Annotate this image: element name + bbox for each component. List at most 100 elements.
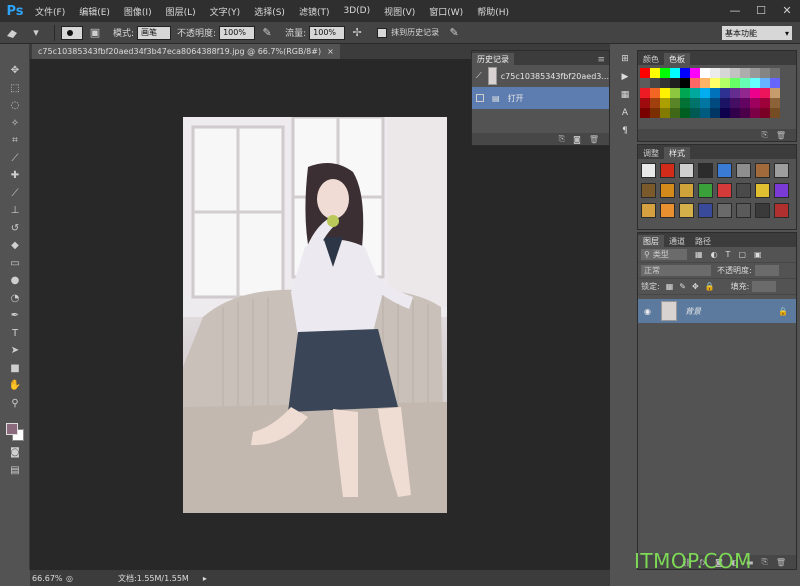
color-swatch[interactable]	[650, 98, 660, 108]
menu-help[interactable]: 帮助(H)	[470, 5, 516, 18]
color-swatch[interactable]	[690, 68, 700, 78]
color-swatch[interactable]	[760, 88, 770, 98]
info-icon[interactable]: ◎	[66, 574, 76, 583]
color-swatch[interactable]	[770, 98, 780, 108]
color-swatch[interactable]	[740, 88, 750, 98]
color-swatch[interactable]	[660, 108, 670, 118]
color-swatch[interactable]	[760, 68, 770, 78]
color-swatch[interactable]	[720, 98, 730, 108]
menu-view[interactable]: 视图(V)	[377, 5, 422, 18]
tab-history[interactable]: 历史记录	[472, 53, 514, 65]
marquee-tool-icon[interactable]: ⬚	[0, 80, 30, 98]
style-preset[interactable]	[774, 203, 789, 218]
trash-icon[interactable]: 🗑	[776, 131, 786, 140]
layer-row-background[interactable]: ◉ 背景 🔒	[638, 299, 796, 323]
healing-brush-tool-icon[interactable]: ✚	[0, 167, 30, 185]
pen-tool-icon[interactable]: ✒	[0, 307, 30, 325]
color-swatch[interactable]	[690, 98, 700, 108]
color-swatch[interactable]	[690, 88, 700, 98]
new-document-icon[interactable]: ⎘	[559, 134, 565, 144]
style-preset[interactable]	[679, 183, 694, 198]
color-swatch[interactable]	[750, 98, 760, 108]
style-preset[interactable]	[717, 203, 732, 218]
lasso-tool-icon[interactable]: ◌	[0, 97, 30, 115]
hand-tool-icon[interactable]: ✋	[0, 377, 30, 395]
document-tab[interactable]: c75c10385343fbf20aed34f3b47eca8064388f19…	[32, 44, 340, 59]
color-swatch[interactable]	[760, 98, 770, 108]
color-swatch[interactable]	[640, 108, 650, 118]
layer-name[interactable]: 背景	[685, 306, 701, 317]
filter-pixel-icon[interactable]: ▦	[695, 250, 703, 259]
style-preset[interactable]	[736, 163, 751, 178]
color-swatch[interactable]	[730, 98, 740, 108]
style-preset[interactable]	[736, 203, 751, 218]
dodge-tool-icon[interactable]: ◔	[0, 290, 30, 308]
lock-icon[interactable]: 🔒	[778, 307, 788, 316]
color-swatch[interactable]	[690, 108, 700, 118]
color-swatch[interactable]	[740, 68, 750, 78]
trash-icon[interactable]: 🗑	[589, 135, 599, 144]
color-swatch[interactable]	[700, 68, 710, 78]
style-preset[interactable]	[774, 163, 789, 178]
paragraph-panel-icon[interactable]: ¶	[617, 122, 633, 140]
pressure-opacity-icon[interactable]: ✎	[258, 25, 276, 41]
airbrush-icon[interactable]: ✢	[348, 25, 366, 41]
color-swatch[interactable]	[640, 78, 650, 88]
color-swatch[interactable]	[710, 98, 720, 108]
style-preset[interactable]	[755, 163, 770, 178]
filter-type-icon[interactable]: T	[726, 250, 731, 259]
menu-filter[interactable]: 滤镜(T)	[292, 5, 337, 18]
color-swatch[interactable]	[730, 108, 740, 118]
crop-tool-icon[interactable]: ⌗	[0, 132, 30, 150]
color-swatch[interactable]	[770, 78, 780, 88]
maximize-icon[interactable]: ☐	[748, 0, 774, 20]
color-swatch[interactable]	[750, 108, 760, 118]
color-swatch[interactable]	[640, 88, 650, 98]
eyedropper-tool-icon[interactable]: ⟋	[0, 150, 30, 168]
mode-select[interactable]: 画笔	[137, 25, 172, 40]
color-swatch[interactable]	[690, 78, 700, 88]
type-tool-icon[interactable]: T	[0, 325, 30, 343]
minimize-icon[interactable]: —	[722, 0, 748, 20]
color-swatch[interactable]	[660, 98, 670, 108]
gradient-tool-icon[interactable]: ▭	[0, 255, 30, 273]
color-swatch[interactable]	[700, 88, 710, 98]
new-swatch-icon[interactable]: ⎘	[761, 130, 767, 140]
style-preset[interactable]	[736, 183, 751, 198]
color-swatch[interactable]	[680, 68, 690, 78]
zoom-tool-icon[interactable]: ⚲	[0, 395, 30, 413]
color-swatch[interactable]	[640, 98, 650, 108]
eraser-tool-icon[interactable]	[3, 25, 21, 41]
document-image[interactable]	[183, 117, 447, 513]
brush-tool-icon[interactable]: ⟋	[0, 185, 30, 203]
style-preset[interactable]	[641, 183, 656, 198]
tab-layers[interactable]: 图层	[638, 235, 664, 247]
stamp-tool-icon[interactable]: ⊥	[0, 202, 30, 220]
blend-mode-select[interactable]: 正常	[641, 265, 711, 276]
lock-position-icon[interactable]: ✥	[692, 282, 699, 291]
history-brush-tool-icon[interactable]: ↺	[0, 220, 30, 238]
tab-swatches[interactable]: 色板	[664, 53, 690, 65]
color-swatch[interactable]	[670, 108, 680, 118]
color-swatch[interactable]	[680, 88, 690, 98]
fill-field[interactable]	[752, 281, 777, 292]
workspace-select[interactable]: 基本功能 ▾	[722, 26, 792, 40]
menu-image[interactable]: 图像(I)	[117, 5, 159, 18]
color-swatch[interactable]	[700, 78, 710, 88]
color-swatch[interactable]	[720, 68, 730, 78]
style-preset[interactable]	[679, 163, 694, 178]
style-preset[interactable]	[755, 183, 770, 198]
style-preset[interactable]	[774, 183, 789, 198]
color-swatch[interactable]	[770, 68, 780, 78]
history-step[interactable]: ▤ 打开	[472, 87, 609, 109]
menu-3d[interactable]: 3D(D)	[336, 6, 377, 16]
color-swatch[interactable]	[660, 88, 670, 98]
color-swatch[interactable]	[730, 88, 740, 98]
menu-file[interactable]: 文件(F)	[28, 5, 72, 18]
layer-opacity-field[interactable]	[754, 265, 779, 276]
history-checkbox[interactable]	[476, 94, 484, 102]
foreground-color-swatch[interactable]	[6, 423, 18, 435]
close-icon[interactable]: ×	[327, 47, 334, 56]
color-swatch[interactable]	[710, 108, 720, 118]
blur-tool-icon[interactable]: ●	[0, 272, 30, 290]
